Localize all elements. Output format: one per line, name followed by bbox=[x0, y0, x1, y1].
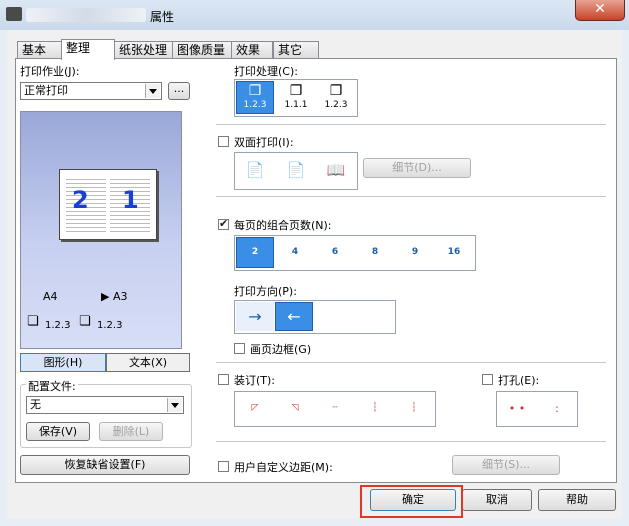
help-button[interactable]: 帮助 bbox=[538, 489, 616, 511]
orientation-label: 打印方向(P): bbox=[234, 285, 297, 298]
tab-paper-handling[interactable]: 纸张处理 bbox=[114, 41, 176, 59]
nup-4-option[interactable]: 4 bbox=[276, 237, 314, 268]
punch-checkbox[interactable] bbox=[482, 374, 493, 385]
duplex-details-button[interactable]: 细节(D)... bbox=[363, 158, 471, 178]
divider bbox=[216, 441, 606, 442]
custom-margin-checkbox[interactable] bbox=[218, 461, 229, 472]
duplex-checkbox[interactable] bbox=[218, 136, 229, 147]
chevron-down-icon bbox=[145, 84, 160, 98]
uncollated-option[interactable]: ❐ 1.1.1 bbox=[277, 81, 315, 114]
nup-2-option[interactable]: 2 bbox=[236, 237, 274, 268]
dialog-body: 基本 整理 纸张处理 图像质量 效果 其它 打印作业(J): 正常打印 ... … bbox=[7, 30, 622, 519]
print-job-select[interactable]: 正常打印 bbox=[20, 82, 162, 100]
binding-top-right-icon[interactable]: ◹ bbox=[276, 393, 314, 424]
profile-select[interactable]: 无 bbox=[26, 396, 184, 414]
duplex-options: 📄 📄 📖 bbox=[234, 152, 358, 190]
booklet-icon[interactable]: 📖 bbox=[317, 154, 355, 187]
order-left: 1.2.3 bbox=[45, 320, 71, 331]
printer-icon bbox=[6, 7, 22, 21]
cancel-button[interactable]: 取消 bbox=[462, 489, 532, 511]
nup-9-option[interactable]: 9 bbox=[396, 237, 434, 268]
tab-other[interactable]: 其它 bbox=[273, 41, 319, 59]
binding-top-left-icon[interactable]: ◸ bbox=[236, 393, 274, 424]
print-job-value: 正常打印 bbox=[24, 84, 68, 97]
target-size: A3 bbox=[113, 290, 128, 303]
punch-top-icon[interactable]: • • bbox=[498, 393, 536, 424]
stack-icon-right: ❏ bbox=[79, 314, 91, 329]
orientation-options: → ← bbox=[234, 300, 396, 334]
print-job-label: 打印作业(J): bbox=[20, 65, 80, 78]
tab-image-quality[interactable]: 图像质量 bbox=[172, 41, 234, 59]
delete-profile-button[interactable]: 删除(L) bbox=[99, 422, 163, 441]
preview-number-left: 2 bbox=[72, 186, 89, 214]
offset-option[interactable]: ❐ 1.2.3 bbox=[317, 81, 355, 114]
duplex-short-edge-icon[interactable]: 📄 bbox=[277, 154, 315, 187]
preview-number-right: 1 bbox=[122, 186, 139, 214]
punch-label: 打孔(E): bbox=[498, 374, 540, 387]
title-bar: 属性 ✕ bbox=[0, 0, 629, 30]
nup-8-option[interactable]: 8 bbox=[356, 237, 394, 268]
left-to-right-option[interactable]: → bbox=[236, 302, 274, 331]
custom-margin-details-button[interactable]: 细节(S)... bbox=[452, 455, 560, 475]
divider bbox=[216, 196, 606, 197]
tab-layout[interactable]: 整理 bbox=[61, 39, 115, 60]
stack-icon-left: ❏ bbox=[27, 314, 39, 329]
save-profile-button[interactable]: 保存(V) bbox=[26, 422, 90, 441]
pages-per-sheet-options: 2 4 6 8 9 16 bbox=[234, 235, 476, 271]
restore-defaults-button[interactable]: 恢复缺省设置(F) bbox=[20, 455, 190, 475]
binding-top-icon[interactable]: ┄ bbox=[316, 393, 354, 424]
order-right: 1.2.3 bbox=[97, 320, 123, 331]
binding-left-icon[interactable]: ┆ bbox=[356, 393, 394, 424]
print-process-label: 打印处理(C): bbox=[234, 65, 298, 78]
custom-margin-label: 用户自定义边距(M): bbox=[234, 461, 333, 474]
pages-per-sheet-checkbox[interactable] bbox=[218, 217, 229, 230]
layout-panel: 打印作业(J): 正常打印 ... 2 1 A4 ▶ A3 ❏ 1.2.3 ❏ bbox=[15, 58, 617, 483]
binding-label: 装订(T): bbox=[234, 374, 276, 387]
arrow-right-icon: ▶ bbox=[101, 290, 110, 303]
tab-effects[interactable]: 效果 bbox=[231, 41, 273, 59]
chevron-down-icon bbox=[167, 398, 182, 412]
print-process-options: ❐ 1.2.3 ❐ 1.1.1 ❐ 1.2.3 bbox=[234, 79, 358, 117]
duplex-long-edge-icon[interactable]: 📄 bbox=[236, 154, 274, 187]
preview-area: 2 1 A4 ▶ A3 ❏ 1.2.3 ❏ 1.2.3 bbox=[20, 111, 182, 349]
page-border-label: 画页边框(G) bbox=[250, 343, 312, 356]
window-title: 属性 bbox=[150, 10, 175, 24]
view-text-toggle[interactable]: 文本(X) bbox=[106, 353, 190, 372]
divider bbox=[216, 362, 606, 363]
page-border-checkbox[interactable] bbox=[234, 343, 245, 354]
divider bbox=[216, 124, 606, 125]
view-graphic-toggle[interactable]: 图形(H) bbox=[20, 353, 106, 372]
binding-options: ◸ ◹ ┄ ┆ ┆ bbox=[234, 391, 436, 427]
source-size: A4 bbox=[43, 290, 58, 303]
punch-options: • • : bbox=[496, 391, 578, 427]
binding-checkbox[interactable] bbox=[218, 374, 229, 385]
collate-option[interactable]: ❐ 1.2.3 bbox=[236, 81, 274, 114]
tab-basic[interactable]: 基本 bbox=[17, 41, 63, 59]
punch-left-icon[interactable]: : bbox=[538, 393, 576, 424]
preview-page: 2 1 bbox=[59, 169, 157, 240]
close-button[interactable]: ✕ bbox=[575, 0, 625, 21]
print-job-more-button[interactable]: ... bbox=[168, 82, 190, 100]
highlight-box bbox=[360, 485, 463, 518]
profile-value: 无 bbox=[30, 398, 41, 411]
profile-label: 配置文件: bbox=[26, 378, 78, 394]
binding-right-icon[interactable]: ┆ bbox=[395, 393, 433, 424]
duplex-label: 双面打印(I): bbox=[234, 136, 294, 149]
nup-6-option[interactable]: 6 bbox=[316, 237, 354, 268]
properties-window: 属性 ✕ 基本 整理 纸张处理 图像质量 效果 其它 打印作业(J): 正常打印… bbox=[0, 0, 629, 526]
pages-per-sheet-label: 每页的组合页数(N): bbox=[234, 219, 332, 232]
nup-16-option[interactable]: 16 bbox=[435, 237, 473, 268]
right-to-left-option[interactable]: ← bbox=[275, 302, 313, 331]
title-redacted bbox=[26, 8, 146, 22]
